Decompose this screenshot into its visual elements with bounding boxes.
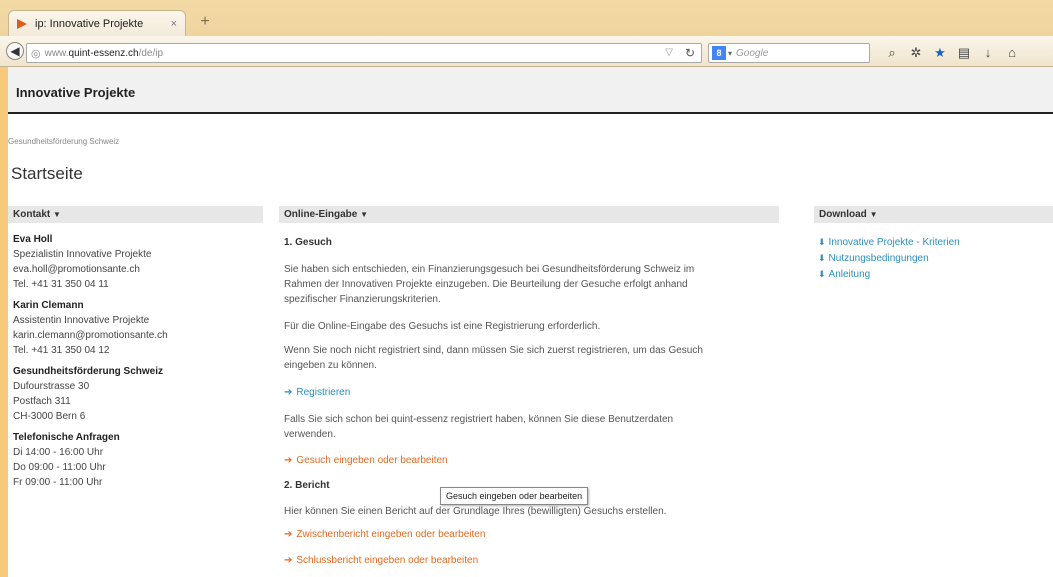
org-street: Dufourstrasse 30 <box>13 381 90 392</box>
arrow-right-icon: ➔ <box>284 529 293 540</box>
contact-role: Spezialistin Innovative Projekte <box>13 249 152 260</box>
paragraph-existing-user: Falls Sie sich schon bei quint-essenz re… <box>284 414 674 440</box>
contact-block: Eva Holl Spezialistin Innovative Projekt… <box>13 232 263 490</box>
new-tab-button[interactable]: + <box>194 12 216 32</box>
tab-title: ip: Innovative Projekte <box>35 17 144 30</box>
chevron-down-icon[interactable]: ▾ <box>728 49 732 58</box>
site-header: Innovative Projekte <box>8 67 1053 114</box>
section-bericht-title: 2. Bericht <box>284 480 330 491</box>
download-link-kriterien[interactable]: ⬇ Innovative Projekte - Kriterien <box>818 237 960 248</box>
contact-role: Assistentin Innovative Projekte <box>13 315 150 326</box>
register-link[interactable]: ➔ Registrieren <box>284 387 350 398</box>
download-link-nutzungsbedingungen[interactable]: ⬇ Nutzungsbedingungen <box>818 253 929 264</box>
search-icon[interactable]: ⌕ <box>884 45 900 61</box>
download-icon: ⬇ <box>818 237 826 247</box>
phone-hours: Di 14:00 - 16:00 Uhr <box>13 447 104 458</box>
back-button[interactable]: ◀ <box>6 42 24 60</box>
nav-toolbar: ◀ ◎ www.quint-essenz.ch/de/ip ▽ ↻ 8 ▾ Go… <box>0 36 1053 67</box>
search-engine-icon[interactable]: 8 <box>712 46 726 60</box>
arrow-right-icon: ➔ <box>284 555 293 566</box>
gesuch-link[interactable]: ➔ Gesuch eingeben oder bearbeiten <box>284 455 448 466</box>
paragraph-registration: Für die Online-Eingabe des Gesuchs ist e… <box>284 321 601 332</box>
contact-email[interactable]: eva.holl@promotionsante.ch <box>13 262 263 277</box>
home-icon[interactable]: ⌂ <box>1004 45 1020 61</box>
org-city: CH-3000 Bern 6 <box>13 411 86 422</box>
globe-icon: ◎ <box>31 47 41 60</box>
site-favicon-icon <box>17 18 27 29</box>
gear-icon[interactable]: ✲ <box>908 45 924 61</box>
contact-name: Eva Holl <box>13 234 53 245</box>
bookmarks-list-icon[interactable]: ▤ <box>956 45 972 61</box>
paragraph-intro: Sie haben sich entschieden, ein Finanzie… <box>284 264 695 305</box>
search-bar[interactable]: 8 ▾ Google <box>708 43 870 63</box>
download-header[interactable]: Download ▼ <box>814 206 1053 223</box>
link-tooltip: Gesuch eingeben oder bearbeiten <box>440 487 589 505</box>
phone-title: Telefonische Anfragen <box>13 432 120 443</box>
reload-icon[interactable]: ↻ <box>685 46 695 60</box>
browser-tab[interactable]: ip: Innovative Projekte × <box>8 10 186 36</box>
bookmark-star-icon[interactable]: ★ <box>932 45 948 61</box>
section-gesuch-title: 1. Gesuch <box>284 237 332 248</box>
contact-tel: Tel. +41 31 350 04 11 <box>13 279 109 290</box>
download-link-anleitung[interactable]: ⬇ Anleitung <box>818 269 870 280</box>
contact-tel: Tel. +41 31 350 04 12 <box>13 345 110 356</box>
site-title[interactable]: Innovative Projekte <box>16 85 135 100</box>
online-eingabe-header[interactable]: Online-Eingabe ▼ <box>279 206 779 223</box>
tab-close-icon[interactable]: × <box>171 18 177 30</box>
url-text: www.quint-essenz.ch/de/ip <box>44 47 164 59</box>
paragraph-bericht: Hier können Sie einen Bericht auf der Gr… <box>284 506 667 517</box>
arrow-right-icon: ➔ <box>284 455 293 466</box>
url-bar[interactable]: ◎ www.quint-essenz.ch/de/ip ▽ ↻ <box>26 43 702 63</box>
phone-hours: Do 09:00 - 11:00 Uhr <box>13 462 106 473</box>
contact-email[interactable]: karin.clemann@promotionsante.ch <box>13 328 263 343</box>
browser-chrome: ip: Innovative Projekte × + ◀ ◎ www.quin… <box>0 0 1053 67</box>
phone-hours: Fr 09:00 - 11:00 Uhr <box>13 477 103 488</box>
download-icon: ⬇ <box>818 269 826 279</box>
breadcrumb[interactable]: Gesundheitsförderung Schweiz <box>8 137 119 146</box>
contact-name: Karin Clemann <box>13 300 84 311</box>
download-icon[interactable]: ↓ <box>980 45 996 61</box>
caret-down-icon: ▼ <box>53 210 61 219</box>
url-dropdown-icon[interactable]: ▽ <box>665 47 673 58</box>
contact-header[interactable]: Kontakt ▼ <box>8 206 263 223</box>
arrow-right-icon: ➔ <box>284 387 293 398</box>
zwischenbericht-link[interactable]: ➔ Zwischenbericht eingeben oder bearbeit… <box>284 529 485 540</box>
schlussbericht-link[interactable]: ➔ Schlussbericht eingeben oder bearbeite… <box>284 555 478 566</box>
org-postbox: Postfach 311 <box>13 396 71 407</box>
paragraph-register-hint: Wenn Sie noch nicht registriert sind, da… <box>284 345 703 371</box>
search-placeholder: Google <box>736 47 769 59</box>
org-name: Gesundheitsförderung Schweiz <box>13 366 164 377</box>
caret-down-icon: ▼ <box>360 210 369 219</box>
download-icon: ⬇ <box>818 253 826 263</box>
page-title: Startseite <box>11 164 83 183</box>
caret-down-icon: ▼ <box>869 210 878 219</box>
